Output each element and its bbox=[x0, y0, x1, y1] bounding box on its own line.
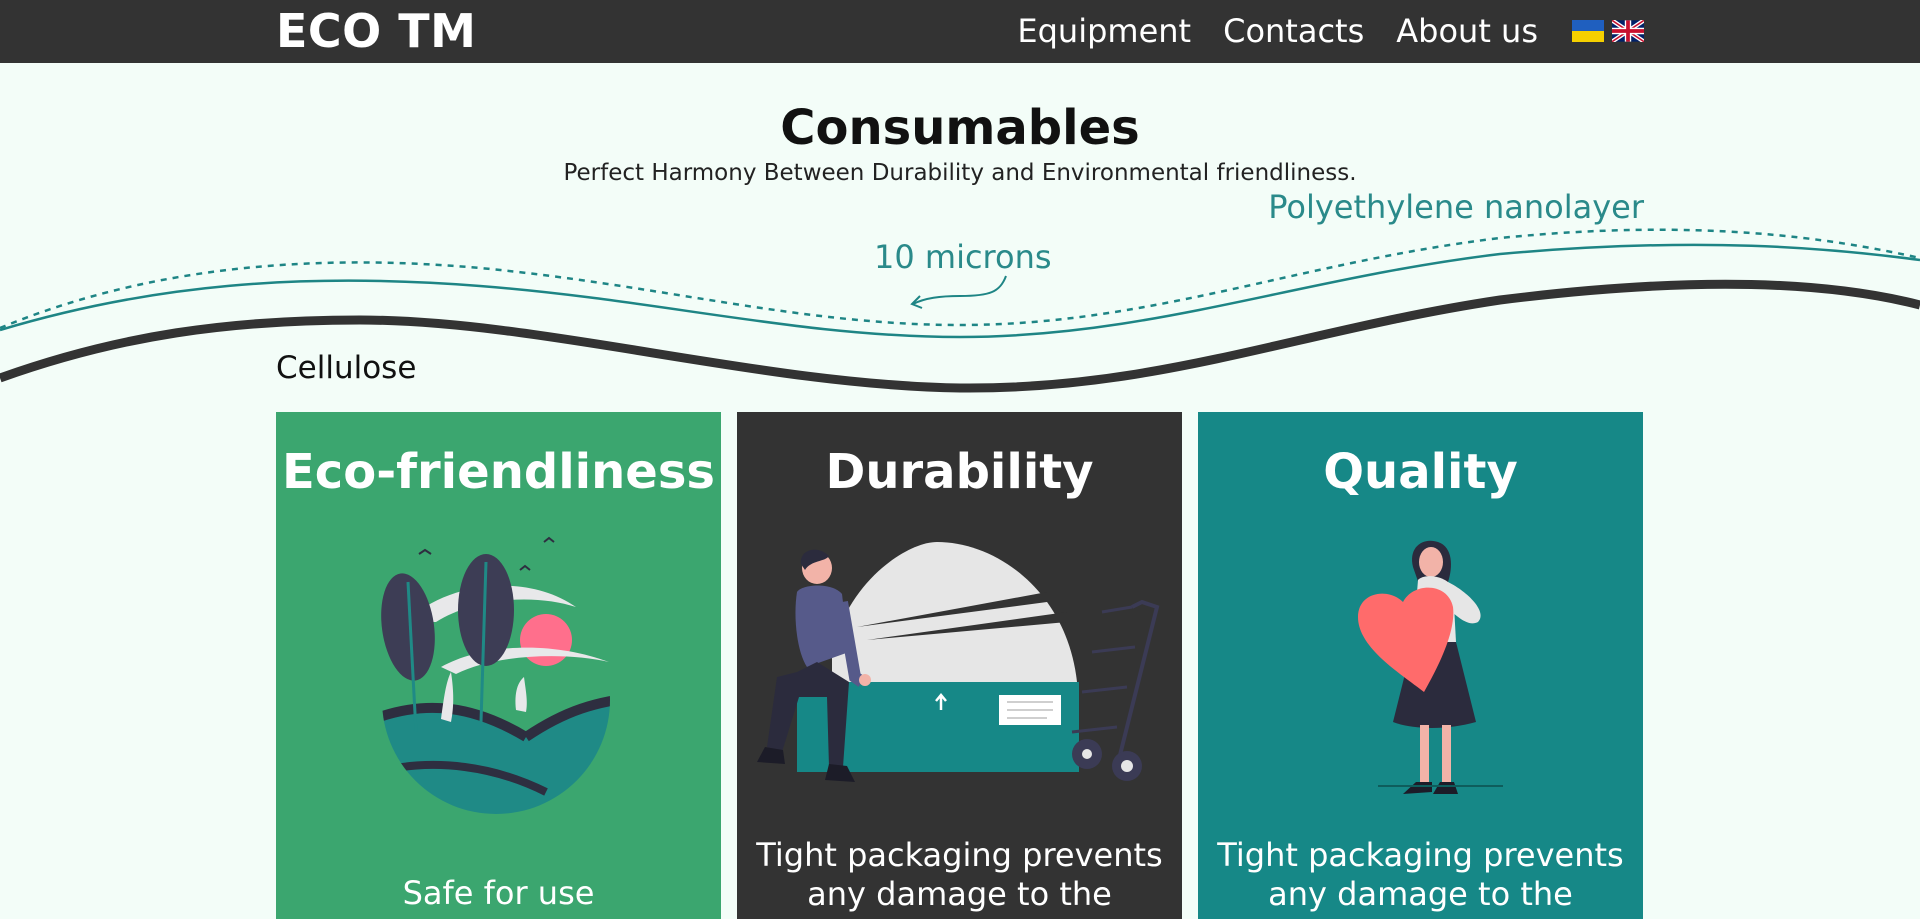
microns-arrow bbox=[912, 275, 1007, 305]
polyethylene-label: Polyethylene nanolayer bbox=[1268, 188, 1644, 226]
card-durability[interactable]: Durability Tight packaging prevents any bbox=[737, 412, 1182, 919]
thickness-label: 10 microns bbox=[874, 238, 1052, 276]
card-description: Tight packaging prevents any damage to t… bbox=[1217, 836, 1624, 913]
uk-flag-icon[interactable] bbox=[1612, 20, 1644, 42]
feature-cards: Eco-friendliness Safe for use Durability… bbox=[276, 412, 1644, 919]
language-switcher bbox=[1572, 20, 1644, 42]
page-subtitle: Perfect Harmony Between Durability and E… bbox=[563, 160, 1357, 186]
ukrainian-flag-icon[interactable] bbox=[1572, 20, 1604, 42]
top-navigation-bar: ECO TM Equipment Contacts About us bbox=[0, 0, 1920, 63]
card-title: Durability bbox=[825, 444, 1094, 500]
page-title: Consumables bbox=[780, 100, 1140, 156]
card-eco-friendliness[interactable]: Eco-friendliness Safe for use bbox=[276, 412, 721, 919]
nav-about-link[interactable]: About us bbox=[1396, 12, 1538, 50]
main-nav: Equipment Contacts About us bbox=[1017, 12, 1644, 50]
card-description: Safe for use bbox=[402, 874, 595, 912]
nav-contacts-link[interactable]: Contacts bbox=[1223, 12, 1364, 50]
nature-illustration-icon bbox=[381, 536, 610, 814]
card-quality[interactable]: Quality Tight packaging prevents any dam… bbox=[1198, 412, 1643, 919]
woman-heart-illustration-icon bbox=[1358, 540, 1503, 794]
site-logo[interactable]: ECO TM bbox=[276, 4, 476, 58]
card-title: Eco-friendliness bbox=[281, 444, 715, 500]
card-description: Tight packaging prevents any damage to t… bbox=[756, 836, 1163, 913]
card-title: Quality bbox=[1323, 444, 1518, 500]
cellulose-label: Cellulose bbox=[276, 350, 417, 386]
nav-equipment-link[interactable]: Equipment bbox=[1017, 12, 1191, 50]
box-man-illustration-icon bbox=[757, 542, 1160, 782]
